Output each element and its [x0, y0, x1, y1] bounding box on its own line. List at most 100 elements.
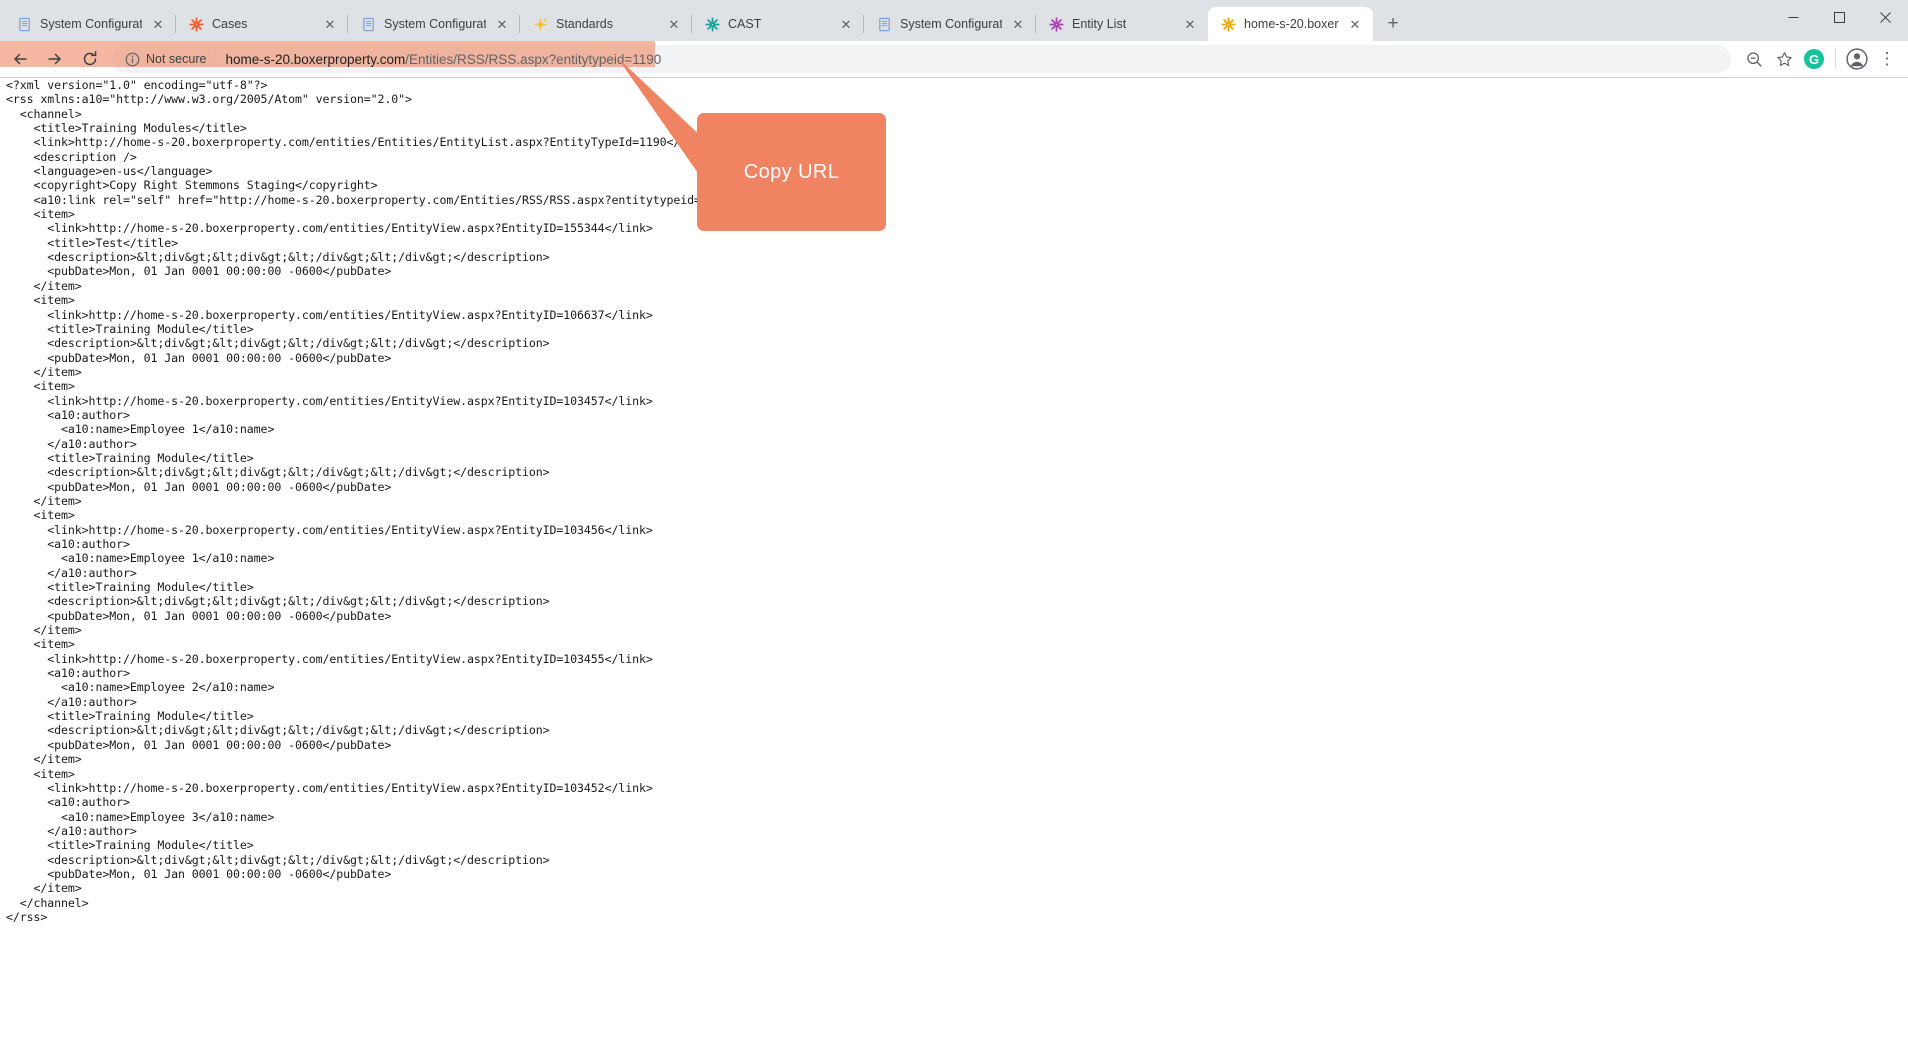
tab-title: Standards	[556, 17, 613, 31]
zoom-out-button[interactable]	[1739, 44, 1769, 74]
tab-close-button[interactable]: ✕	[666, 16, 682, 32]
browser-tab[interactable]: System Configuration ✕	[864, 7, 1036, 41]
xml-source-view: <?xml version="1.0" encoding="utf-8"?> <r…	[0, 78, 1908, 924]
extension-grammarly-button[interactable]: G	[1799, 44, 1829, 74]
tab-favicon	[188, 16, 204, 32]
magnifier-minus-icon	[1746, 51, 1762, 67]
tab-title: System Configuration	[384, 17, 486, 31]
tab-favicon	[1220, 16, 1236, 32]
browser-tab[interactable]: Entity List ✕	[1036, 7, 1208, 41]
document-icon	[878, 17, 890, 31]
reload-icon	[83, 50, 97, 66]
xml-line: <title>Test</title>	[6, 235, 179, 250]
chrome-menu-button[interactable]: ⋮	[1872, 44, 1902, 74]
xml-line: <description>&lt;div&gt;&lt;div&gt;&lt;/…	[6, 250, 550, 265]
browser-toolbar: Not secure home-s-20.boxerproperty.com/E…	[0, 41, 1908, 78]
maximize-icon	[1833, 11, 1845, 23]
tab-close-button[interactable]: ✕	[150, 16, 166, 32]
xml-line: </a10:author>	[6, 436, 137, 451]
tab-favicon	[704, 16, 720, 32]
xml-line: </item>	[6, 364, 82, 379]
xml-line: </item>	[6, 493, 82, 508]
xml-line: <rss xmlns:a10="http://www.w3.org/2005/A…	[6, 92, 412, 107]
reload-button[interactable]	[75, 44, 105, 74]
profile-button[interactable]	[1842, 44, 1872, 74]
xml-line: </item>	[6, 278, 82, 293]
xml-line: <channel>	[6, 106, 82, 121]
xml-line: <pubDate>Mon, 01 Jan 0001 00:00:00 -0600…	[6, 479, 392, 494]
tab-close-button[interactable]: ✕	[1010, 16, 1026, 32]
url-path: /Entities/RSS/RSS.aspx?entitytypeid=1190	[405, 51, 662, 67]
xml-line: <copyright>Copy Right Stemmons Staging</…	[6, 178, 378, 193]
browser-tab[interactable]: Cases ✕	[176, 7, 348, 41]
tab-title: home-s-20.boxerproperty.c	[1244, 17, 1339, 31]
browser-tab[interactable]: home-s-20.boxerproperty.c ✕	[1208, 7, 1373, 41]
xml-line: <a10:link rel="self" href="http://home-s…	[6, 192, 757, 207]
new-tab-button[interactable]: +	[1379, 10, 1407, 38]
omnibox-divider	[215, 51, 217, 67]
xml-line: <item>	[6, 637, 75, 652]
xml-line: <item>	[6, 207, 75, 222]
account-icon	[1846, 48, 1868, 70]
tab-title: Entity List	[1072, 17, 1127, 31]
xml-line: <a10:name>Employee 1</a10:name>	[6, 551, 275, 566]
address-bar[interactable]: Not secure home-s-20.boxerproperty.com/E…	[112, 45, 1731, 73]
xml-line: <description>&lt;div&gt;&lt;div&gt;&lt;/…	[6, 594, 550, 609]
xml-line: <language>en-us</language>	[6, 164, 213, 179]
xml-line: <title>Training Module</title>	[6, 450, 254, 465]
forward-button[interactable]	[40, 44, 70, 74]
browser-tab[interactable]: CAST ✕	[692, 7, 864, 41]
xml-line: <a10:author>	[6, 537, 130, 551]
tab-favicon	[876, 16, 892, 32]
xml-line: <item>	[6, 508, 75, 523]
asterisk-icon	[1048, 16, 1064, 32]
xml-line: <pubDate>Mon, 01 Jan 0001 00:00:00 -0600…	[6, 264, 392, 279]
browser-window: System Configuration✕Cases✕System Config…	[0, 0, 1908, 1040]
tab-close-button[interactable]: ✕	[1182, 16, 1198, 32]
url-host: home-s-20.boxerproperty.com	[225, 51, 406, 67]
grammarly-icon: G	[1804, 49, 1824, 69]
tab-favicon	[1048, 16, 1064, 32]
xml-line: <item>	[6, 293, 75, 308]
browser-tab[interactable]: Standards ✕	[520, 7, 692, 41]
xml-line: </item>	[6, 623, 82, 638]
minimize-button[interactable]	[1770, 0, 1816, 34]
xml-line: <?xml version="1.0" encoding="utf-8"?>	[6, 78, 268, 92]
xml-line: <link>http://home-s-20.boxerproperty.com…	[6, 651, 653, 666]
xml-line: </channel>	[6, 895, 89, 910]
maximize-button[interactable]	[1816, 0, 1862, 34]
toolbar-divider	[1835, 49, 1836, 69]
document-icon	[362, 17, 374, 31]
xml-line: <description>&lt;div&gt;&lt;div&gt;&lt;/…	[6, 336, 550, 351]
xml-line: <link>http://home-s-20.boxerproperty.com…	[6, 135, 715, 150]
back-button[interactable]	[5, 44, 35, 74]
xml-line: <a10:author>	[6, 795, 130, 810]
info-circle-icon[interactable]	[124, 51, 140, 67]
xml-line: <title>Training Module</title>	[6, 709, 254, 724]
xml-line: <pubDate>Mon, 01 Jan 0001 00:00:00 -0600…	[6, 350, 392, 365]
close-window-button[interactable]	[1862, 0, 1908, 34]
xml-line: <description />	[6, 149, 137, 164]
xml-line: <item>	[6, 379, 75, 394]
xml-line: <description>&lt;div&gt;&lt;div&gt;&lt;/…	[6, 852, 550, 867]
arrow-left-icon	[14, 53, 27, 65]
browser-tab[interactable]: System Configuration ✕	[348, 7, 520, 41]
tab-favicon	[532, 16, 548, 32]
tab-close-button[interactable]: ✕	[1347, 16, 1363, 32]
browser-tab[interactable]: System Configuration ✕	[4, 7, 176, 41]
xml-line: <link>http://home-s-20.boxerproperty.com…	[6, 221, 653, 236]
xml-line: <a10:name>Employee 3</a10:name>	[6, 809, 275, 824]
tab-close-button[interactable]: ✕	[838, 16, 854, 32]
xml-line: </a10:author>	[6, 823, 137, 838]
xml-line: <link>http://home-s-20.boxerproperty.com…	[6, 393, 653, 408]
asterisk-icon	[188, 16, 204, 32]
tab-close-button[interactable]: ✕	[322, 16, 338, 32]
xml-line: <title>Training Module</title>	[6, 580, 254, 595]
xml-line: <link>http://home-s-20.boxerproperty.com…	[6, 307, 653, 322]
bookmark-button[interactable]	[1769, 44, 1799, 74]
tab-title: System Configuration	[900, 17, 1002, 31]
close-icon	[1879, 11, 1891, 23]
tabs-container: System Configuration✕Cases✕System Config…	[4, 7, 1373, 41]
tab-close-button[interactable]: ✕	[494, 16, 510, 32]
xml-line: <a10:name>Employee 2</a10:name>	[6, 680, 275, 695]
